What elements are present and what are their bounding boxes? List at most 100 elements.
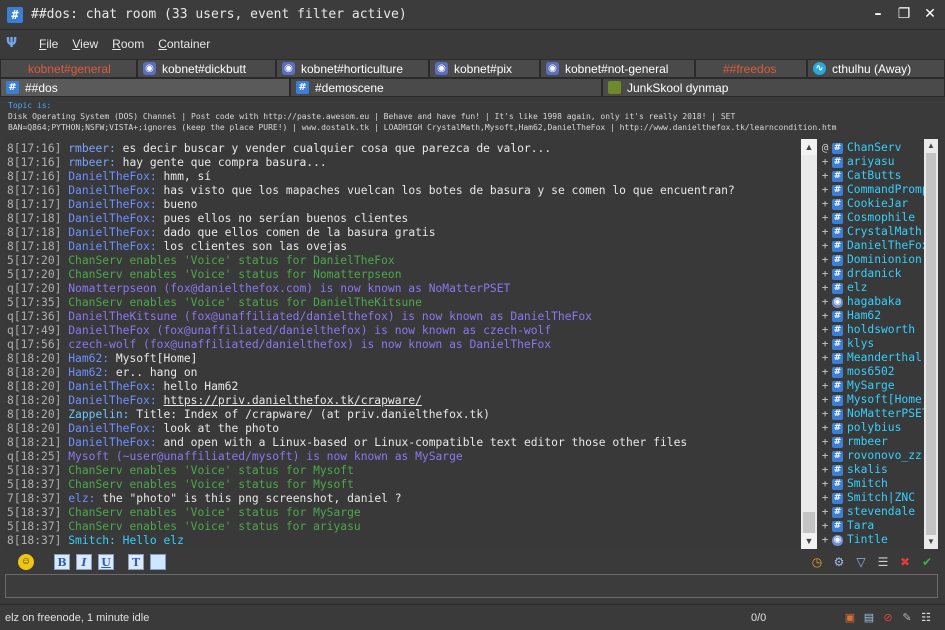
message-text: hay gente que compra basura... xyxy=(122,156,327,169)
user-list-item[interactable]: + # Meanderthal xyxy=(820,351,938,365)
user-list-item[interactable]: + # Mysoft[Home] xyxy=(820,393,938,407)
user-list[interactable]: @ # ChanServ + # ariyasu + # CatButts + # CommandPr… xyxy=(820,139,938,549)
nickname[interactable]: Smitch: xyxy=(68,534,116,547)
tab-cthulhu-away-[interactable]: ∿ cthulhu (Away) xyxy=(807,59,945,78)
minecraft-icon xyxy=(608,81,621,94)
network-icon[interactable]: ▣ xyxy=(843,611,857,625)
filter-icon[interactable]: ▽ xyxy=(853,554,869,570)
message-input-box[interactable] xyxy=(5,574,938,598)
restore-button[interactable]: ❐ xyxy=(897,6,911,22)
checkmark-icon[interactable]: ✔ xyxy=(919,554,935,570)
underline-icon[interactable]: U xyxy=(98,554,114,570)
userlist-scroll-thumb[interactable] xyxy=(926,153,936,535)
user-list-item[interactable]: + # Smitch|ZNC xyxy=(820,491,938,505)
user-list-item[interactable]: + # CrystalMath xyxy=(820,225,938,239)
nickname[interactable]: DanielTheFox: xyxy=(68,226,156,239)
nickname[interactable]: DanielTheFox: xyxy=(68,394,156,407)
disconnect-icon[interactable]: ⊘ xyxy=(881,611,895,625)
menu-container[interactable]: Container xyxy=(158,37,210,51)
gear-icon[interactable]: ⚙ xyxy=(831,554,847,570)
user-list-item[interactable]: + # holdsworth xyxy=(820,323,938,337)
tab--freedos[interactable]: ##freedos xyxy=(695,59,807,78)
smiley-icon[interactable]: ☺ xyxy=(18,554,34,570)
clock-icon[interactable]: ◷ xyxy=(809,554,825,570)
pencil-icon[interactable]: ✎ xyxy=(900,611,914,625)
menu-room[interactable]: Room xyxy=(112,37,144,51)
user-list-item[interactable]: + # MySarge xyxy=(820,379,938,393)
user-list-item[interactable]: + ◉ Tintle xyxy=(820,533,938,547)
nickname[interactable]: DanielTheFox: xyxy=(68,436,156,449)
user-list-item[interactable]: + # polybius xyxy=(820,421,938,435)
clear-icon[interactable]: ✖ xyxy=(897,554,913,570)
user-list-item[interactable]: + # CommandPrompt xyxy=(820,183,938,197)
user-list-item[interactable]: + ◉ hagabaka xyxy=(820,295,938,309)
document-icon[interactable]: ▤ xyxy=(862,611,876,625)
timestamp: [18:20] xyxy=(13,422,62,435)
user-list-item[interactable]: + # Tara xyxy=(820,519,938,533)
nickname[interactable]: Zappelin: xyxy=(68,408,129,421)
tab-kobnet-general[interactable]: kobnet#general xyxy=(0,59,137,78)
minimize-button[interactable]: – xyxy=(871,6,885,22)
user-list-item[interactable]: + # drdanick xyxy=(820,267,938,281)
nickname[interactable]: Ham62: xyxy=(68,352,109,365)
tab-kobnet-horticulture[interactable]: ◉ kobnet#horticulture xyxy=(276,59,429,78)
message-input[interactable] xyxy=(6,575,937,597)
user-list-item[interactable]: + # Smitch xyxy=(820,477,938,491)
nickname[interactable]: Ham62: xyxy=(68,366,109,379)
user-list-item[interactable]: + # elz xyxy=(820,281,938,295)
userlist-scroll-down-icon[interactable]: ▼ xyxy=(924,535,938,549)
nickname[interactable]: DanielTheFox: xyxy=(68,184,156,197)
user-list-item[interactable]: + # NoMatterPSET xyxy=(820,407,938,421)
scroll-up-icon[interactable]: ▲ xyxy=(801,139,817,155)
user-list-item[interactable]: + # CookieJar xyxy=(820,197,938,211)
tab--demoscene[interactable]: # #demoscene xyxy=(290,78,602,97)
nickname[interactable]: DanielTheFox: xyxy=(68,380,156,393)
user-list-item[interactable]: + # Ham62 xyxy=(820,309,938,323)
user-list-item[interactable]: + # Dominionion xyxy=(820,253,938,267)
tab-kobnet-not-general[interactable]: ◉ kobnet#not-general xyxy=(540,59,695,78)
close-button[interactable]: ✕ xyxy=(923,6,937,22)
tab-kobnet-pix[interactable]: ◉ kobnet#pix xyxy=(429,59,540,78)
tab--dos[interactable]: # ##dos xyxy=(0,78,290,97)
user-list-item[interactable]: + # CatButts xyxy=(820,169,938,183)
list-icon[interactable]: ☰ xyxy=(875,554,891,570)
nickname[interactable]: rmbeer: xyxy=(68,142,116,155)
nickname[interactable]: DanielTheFox: xyxy=(68,198,156,211)
user-list-item[interactable]: @ # ChanServ xyxy=(820,141,938,155)
nickname[interactable]: DanielTheFox: xyxy=(68,422,156,435)
bold-icon[interactable]: B xyxy=(54,554,70,570)
nickname[interactable]: DanielTheFox: xyxy=(68,240,156,253)
user-list-item[interactable]: + # ariyasu xyxy=(820,155,938,169)
user-list-item[interactable]: + # DanielTheFox xyxy=(820,239,938,253)
nickname[interactable]: elz: xyxy=(68,492,95,505)
nickname[interactable]: DanielTheFox: xyxy=(68,212,156,225)
italic-icon[interactable]: I xyxy=(76,554,92,570)
user-list-item[interactable]: + # rmbeer xyxy=(820,435,938,449)
user-name: CrystalMath xyxy=(847,225,922,238)
user-list-item[interactable]: + # Cosmophile xyxy=(820,211,938,225)
menu-file[interactable]: File xyxy=(39,37,58,51)
chat-log[interactable]: 8[17:16] rmbeer: es decir buscar y vende… xyxy=(5,139,801,549)
message-link[interactable]: https://priv.danielthefox.tk/crapware/ xyxy=(163,394,421,407)
user-list-item[interactable]: + # mos6502 xyxy=(820,365,938,379)
scroll-down-icon[interactable]: ▼ xyxy=(801,533,817,549)
notes-icon[interactable]: ☷ xyxy=(919,611,933,625)
tab-junkskool-dynmap[interactable]: JunkSkool dynmap xyxy=(602,78,945,97)
user-list-item[interactable]: + # rovonovo_zz xyxy=(820,449,938,463)
nickname[interactable]: rmbeer: xyxy=(68,156,116,169)
user-list-item[interactable]: + # skalis xyxy=(820,463,938,477)
chat-scrollbar[interactable]: ▲ ▼ xyxy=(801,139,817,549)
tab-kobnet-dickbutt[interactable]: ◉ kobnet#dickbutt xyxy=(137,59,276,78)
chat-line: 5[18:37] ChanServ enables 'Voice' status… xyxy=(5,520,801,534)
chat-line: 5[18:37] ChanServ enables 'Voice' status… xyxy=(5,464,801,478)
chat-scroll-thumb[interactable] xyxy=(803,512,815,533)
user-list-item[interactable]: + # stevendale xyxy=(820,505,938,519)
app-logo-icon[interactable]: Ψ xyxy=(6,37,24,51)
text-color-icon[interactable]: T xyxy=(128,554,144,570)
background-color-icon[interactable] xyxy=(150,554,166,570)
userlist-scrollbar[interactable]: ▲ ▼ xyxy=(924,139,938,549)
userlist-scroll-up-icon[interactable]: ▲ xyxy=(924,139,938,153)
nickname[interactable]: DanielTheFox: xyxy=(68,170,156,183)
menu-view[interactable]: View xyxy=(72,37,98,51)
user-list-item[interactable]: + # klys xyxy=(820,337,938,351)
